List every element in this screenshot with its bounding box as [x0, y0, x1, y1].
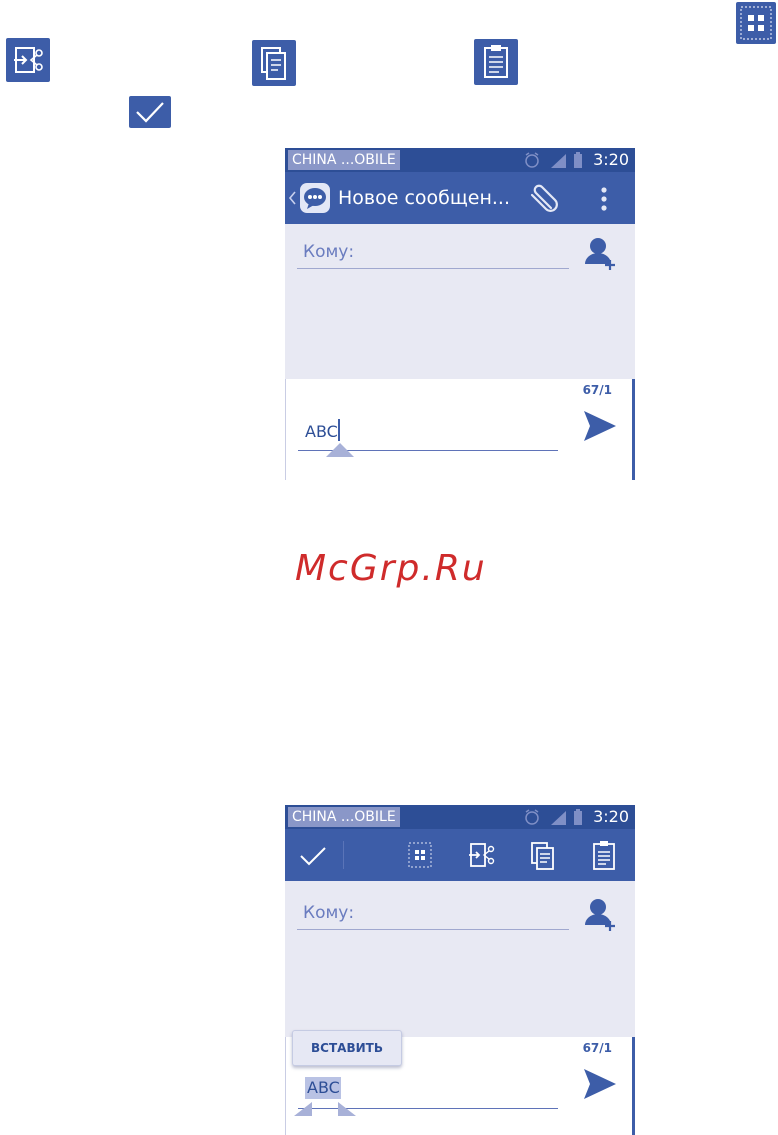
send-icon[interactable]: [582, 409, 618, 443]
recipient-field[interactable]: Кому:: [303, 242, 354, 262]
alarm-icon: [523, 151, 541, 169]
add-contact-icon[interactable]: [583, 234, 619, 272]
send-icon[interactable]: [582, 1067, 618, 1101]
character-counter: 67/1: [582, 383, 612, 397]
phone-screen-2: CHINA ...OBILE 3:20 Кому: 67/1 ВСТАВИТЬ …: [285, 805, 635, 1135]
paste-button[interactable]: ВСТАВИТЬ: [292, 1030, 402, 1066]
watermark: McGrp.Ru: [295, 548, 487, 589]
copy-icon[interactable]: [530, 841, 556, 871]
cut-icon: [6, 38, 50, 82]
recipient-area: Кому:: [285, 224, 635, 379]
recipient-underline: [297, 268, 569, 269]
recipient-field[interactable]: Кому:: [303, 903, 354, 923]
clock: 3:20: [593, 150, 629, 169]
alarm-icon: [523, 808, 541, 826]
select-all-icon: [736, 2, 776, 44]
message-input[interactable]: ABC: [305, 422, 338, 441]
more-options-icon[interactable]: [599, 186, 609, 212]
copy-icon: [252, 40, 296, 86]
cut-icon[interactable]: [468, 841, 496, 869]
selection-end-handle[interactable]: [338, 1101, 356, 1116]
page-title: Новое сообщен...: [338, 187, 511, 209]
recipient-area: Кому:: [285, 885, 635, 1040]
paste-icon: [474, 39, 518, 85]
action-bar-divider: [343, 841, 344, 869]
compose-area: 67/1 ABC: [285, 379, 635, 480]
carrier-label: CHINA ...OBILE: [288, 150, 400, 170]
message-underline: [298, 1108, 558, 1109]
status-bar: CHINA ...OBILE 3:20: [285, 148, 635, 172]
battery-icon: [573, 152, 583, 169]
done-checkmark-icon[interactable]: [299, 845, 327, 867]
phone-screen-1: CHINA ...OBILE 3:20 Новое сообщен... Ком…: [285, 148, 635, 480]
paste-icon[interactable]: [591, 839, 617, 871]
select-all-icon[interactable]: [407, 841, 433, 869]
back-arrow-icon[interactable]: [287, 190, 297, 206]
cursor-handle[interactable]: [326, 441, 354, 457]
text-cursor: [338, 419, 340, 441]
app-bar: Новое сообщен...: [285, 172, 635, 224]
recipient-underline: [297, 929, 569, 930]
message-input[interactable]: ABC: [307, 1078, 340, 1097]
clock: 3:20: [593, 807, 629, 826]
signal-icon: [549, 153, 567, 169]
checkmark-icon: [129, 96, 171, 128]
signal-icon: [549, 810, 567, 826]
character-counter: 67/1: [582, 1041, 612, 1055]
messaging-app-icon[interactable]: [299, 182, 331, 214]
carrier-label: CHINA ...OBILE: [288, 807, 400, 827]
compose-area: 67/1 ВСТАВИТЬ ABC: [285, 1030, 635, 1135]
attachment-icon[interactable]: [525, 184, 559, 214]
battery-icon: [573, 809, 583, 826]
status-bar: CHINA ...OBILE 3:20: [285, 805, 635, 829]
add-contact-icon[interactable]: [583, 895, 619, 933]
selection-start-handle[interactable]: [294, 1101, 312, 1116]
action-mode-bar: [285, 829, 635, 881]
